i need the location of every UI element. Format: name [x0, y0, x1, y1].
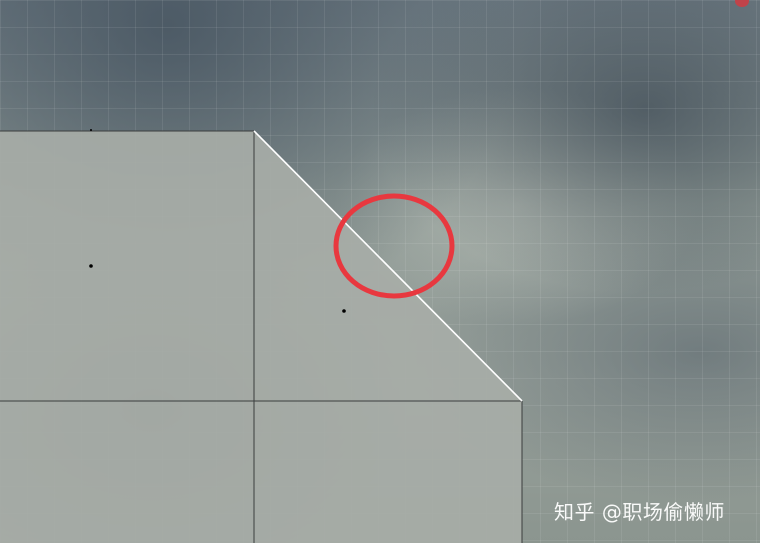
anchor-point[interactable]: [90, 129, 92, 131]
design-canvas[interactable]: 知乎 @职场偷懒师: [0, 0, 760, 543]
shape-main[interactable]: [0, 131, 522, 543]
anchor-point[interactable]: [342, 309, 346, 313]
anchor-point[interactable]: [89, 264, 93, 268]
canvas-scene: [0, 129, 523, 543]
watermark-text: 知乎 @职场偷懒师: [554, 500, 725, 524]
